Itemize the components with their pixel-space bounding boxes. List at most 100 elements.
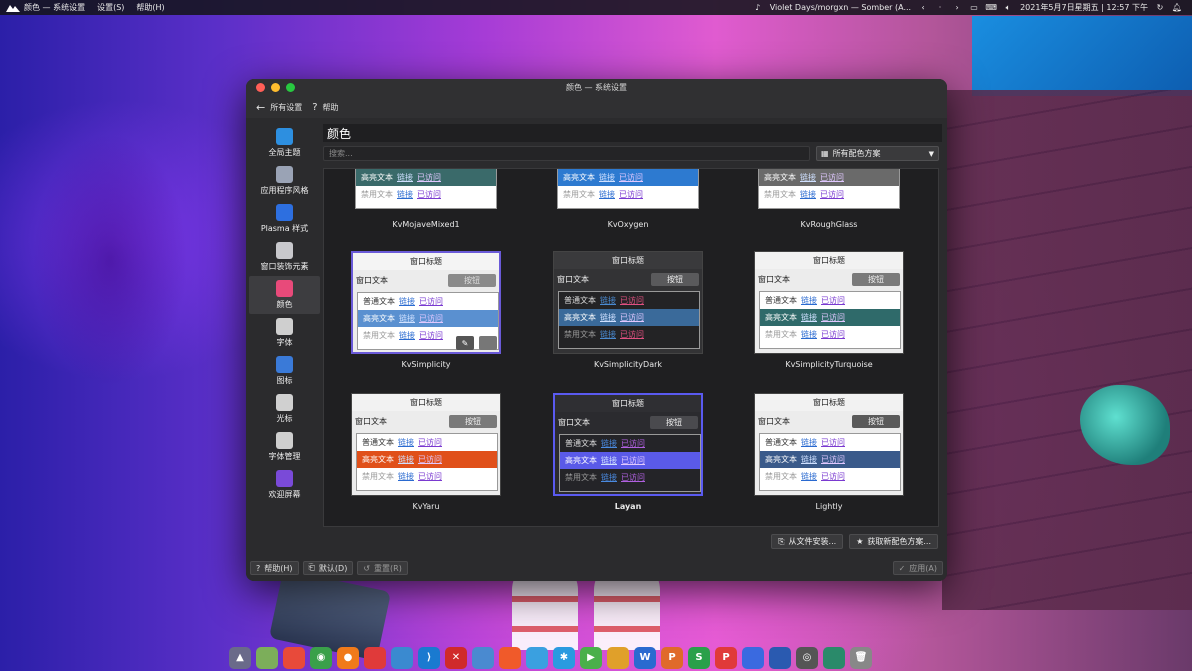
- refresh-icon[interactable]: ↻: [1155, 3, 1165, 13]
- footer-help-button[interactable]: ? 帮助(H): [250, 561, 299, 575]
- reset-button[interactable]: ↺ 重置(R): [357, 561, 408, 575]
- color-scheme-name: KvSimplicityDark: [593, 360, 663, 369]
- minimize-button[interactable]: [271, 83, 280, 92]
- highlight-text: 高亮文本: [564, 313, 596, 322]
- media-prev-icon[interactable]: ‹: [918, 3, 928, 13]
- media-player-icon[interactable]: ♪: [753, 3, 763, 13]
- screen-icon[interactable]: ▭: [969, 3, 979, 13]
- sidebar-item[interactable]: 全局主题: [249, 124, 320, 162]
- color-scheme-grid[interactable]: 高亮文本 链接 已访问 禁用文本 链接 已访问 KvMojaveMixed1 高亮文本 链接 已访…: [323, 168, 939, 527]
- sidebar-item[interactable]: Plasma 样式: [249, 200, 320, 238]
- all-settings-button[interactable]: ← 所有设置: [256, 101, 302, 114]
- search-input[interactable]: 搜索...: [323, 146, 810, 161]
- sidebar-item-label: 欢迎屏幕: [268, 490, 301, 499]
- edit-scheme-icon[interactable]: ✎: [456, 336, 474, 350]
- baidu-icon[interactable]: [742, 646, 764, 669]
- firefox-icon[interactable]: ●: [337, 646, 359, 669]
- disabled-text: 禁用文本: [361, 190, 393, 199]
- wallpaper-floor: [942, 90, 1192, 610]
- highlight-text: 高亮文本: [563, 173, 595, 182]
- pdf-icon[interactable]: P: [715, 646, 737, 669]
- preview-window-row: 窗口文本 按钮: [755, 411, 903, 431]
- fonts-icon: [276, 318, 293, 335]
- menu-settings[interactable]: 设置(S): [97, 2, 124, 13]
- preview-normal-row: 普通文本 链接 已访问: [560, 435, 700, 452]
- star-icon: ★: [856, 537, 864, 546]
- media-title[interactable]: Violet Days/morgxn — Somber (A...: [770, 3, 911, 12]
- files-icon[interactable]: [256, 646, 278, 669]
- normal-text: 普通文本: [363, 297, 395, 306]
- window-text: 窗口文本: [557, 274, 589, 284]
- volume-icon[interactable]: 🔈︎: [1003, 3, 1013, 13]
- sidebar-item[interactable]: 字体管理: [249, 428, 320, 466]
- media-next-icon[interactable]: ›: [952, 3, 962, 13]
- preview-window-title: 窗口标题: [555, 395, 701, 412]
- menu-help[interactable]: 帮助(H): [136, 2, 164, 13]
- apply-button[interactable]: ✓ 应用(A): [892, 561, 943, 575]
- network-icon[interactable]: [391, 646, 413, 669]
- editor-icon[interactable]: [499, 646, 521, 669]
- maximize-button[interactable]: [286, 83, 295, 92]
- clipboard-icon[interactable]: [769, 646, 791, 669]
- preview-view: 普通文本 链接 已访问 高亮文本 链接 已访问 禁用文本 链接 已访问: [759, 433, 901, 491]
- window-text: 窗口文本: [355, 416, 387, 426]
- chrome-icon[interactable]: ◉: [310, 646, 332, 669]
- chat-icon[interactable]: [526, 646, 548, 669]
- scheme-option-button[interactable]: [479, 336, 497, 350]
- link-text: 链接: [397, 173, 413, 182]
- vpn-icon[interactable]: [823, 646, 845, 669]
- menu-app-title[interactable]: 颜色 — 系统设置: [24, 2, 85, 13]
- sidebar-item[interactable]: 应用程序风格: [249, 162, 320, 200]
- sheet-icon[interactable]: S: [688, 646, 710, 669]
- sidebar-item[interactable]: 颜色: [249, 276, 320, 314]
- preview-view: 普通文本 链接 已访问 高亮文本 链接 已访问 禁用文本 链接 已访问: [356, 433, 498, 491]
- bag-icon[interactable]: [607, 646, 629, 669]
- sidebar-item-label: 应用程序风格: [260, 186, 309, 195]
- star-icon[interactable]: ✱: [553, 646, 575, 669]
- aperture-icon[interactable]: ◎: [796, 646, 818, 669]
- clock[interactable]: 2021年5月7日星期五 | 12:57 下午: [1020, 2, 1148, 13]
- scheme-actions: ⎘ 从文件安装... ★ 获取新配色方案...: [323, 534, 942, 550]
- trash-icon[interactable]: 🗑︎: [850, 646, 872, 669]
- sidebar-item[interactable]: 窗口装饰元素: [249, 238, 320, 276]
- keyboard-icon[interactable]: ⌨: [985, 3, 997, 13]
- link-text: 链接: [800, 173, 816, 182]
- link-text: 链接: [398, 472, 414, 481]
- preview-window-row: 窗口文本 按钮: [554, 269, 702, 289]
- help-button[interactable]: ? 帮助: [312, 102, 338, 113]
- defaults-button[interactable]: ⎗ 默认(D): [302, 561, 354, 575]
- vscode-icon[interactable]: ⟩: [418, 646, 440, 669]
- scheme-filter-dropdown[interactable]: ▦ 所有配色方案 ▼: [816, 146, 939, 161]
- sidebar-item[interactable]: 字体: [249, 314, 320, 352]
- color-scheme-name: KvOxygen: [607, 220, 649, 229]
- global-theme-icon: [276, 128, 293, 145]
- presentation-icon[interactable]: P: [661, 646, 683, 669]
- link-text: 链接: [599, 190, 615, 199]
- link-text: 链接: [399, 314, 415, 323]
- visited-text: 已访问: [418, 438, 442, 447]
- cloud-icon[interactable]: [472, 646, 494, 669]
- notification-bell-icon[interactable]: 🔔︎: [1172, 3, 1182, 13]
- more-icon[interactable]: ·: [935, 3, 945, 13]
- word-icon[interactable]: W: [634, 646, 656, 669]
- scheme-preview: 窗口标题 窗口文本 按钮 普通文本 链接 已访问 高亮文本 链接 已访问 禁用文本 链接 已访问: [553, 393, 703, 496]
- xmind-icon[interactable]: ✕: [445, 646, 467, 669]
- app-store-icon[interactable]: [283, 646, 305, 669]
- preview-normal-row: 普通文本 链接 已访问: [760, 434, 900, 451]
- highlight-text: 高亮文本: [361, 173, 393, 182]
- visited-text: 已访问: [419, 314, 443, 323]
- get-new-schemes-button[interactable]: ★ 获取新配色方案...: [849, 534, 938, 549]
- window-titlebar[interactable]: 颜色 — 系统设置: [246, 79, 947, 96]
- preview-button: 按钮: [650, 415, 698, 429]
- install-from-file-button[interactable]: ⎘ 从文件安装...: [771, 534, 844, 549]
- player-icon[interactable]: ▶: [580, 646, 602, 669]
- launcher-icon[interactable]: ▲: [229, 646, 251, 669]
- sidebar-item[interactable]: 图标: [249, 352, 320, 390]
- preview-highlight-row: 高亮文本 链接 已访问: [559, 309, 699, 326]
- close-button[interactable]: [256, 83, 265, 92]
- preview-button: 按钮: [852, 414, 900, 428]
- sidebar-item[interactable]: 欢迎屏幕: [249, 466, 320, 504]
- launcher-logo-icon[interactable]: [6, 3, 22, 12]
- sidebar-item[interactable]: 光标: [249, 390, 320, 428]
- weibo-icon[interactable]: [364, 646, 386, 669]
